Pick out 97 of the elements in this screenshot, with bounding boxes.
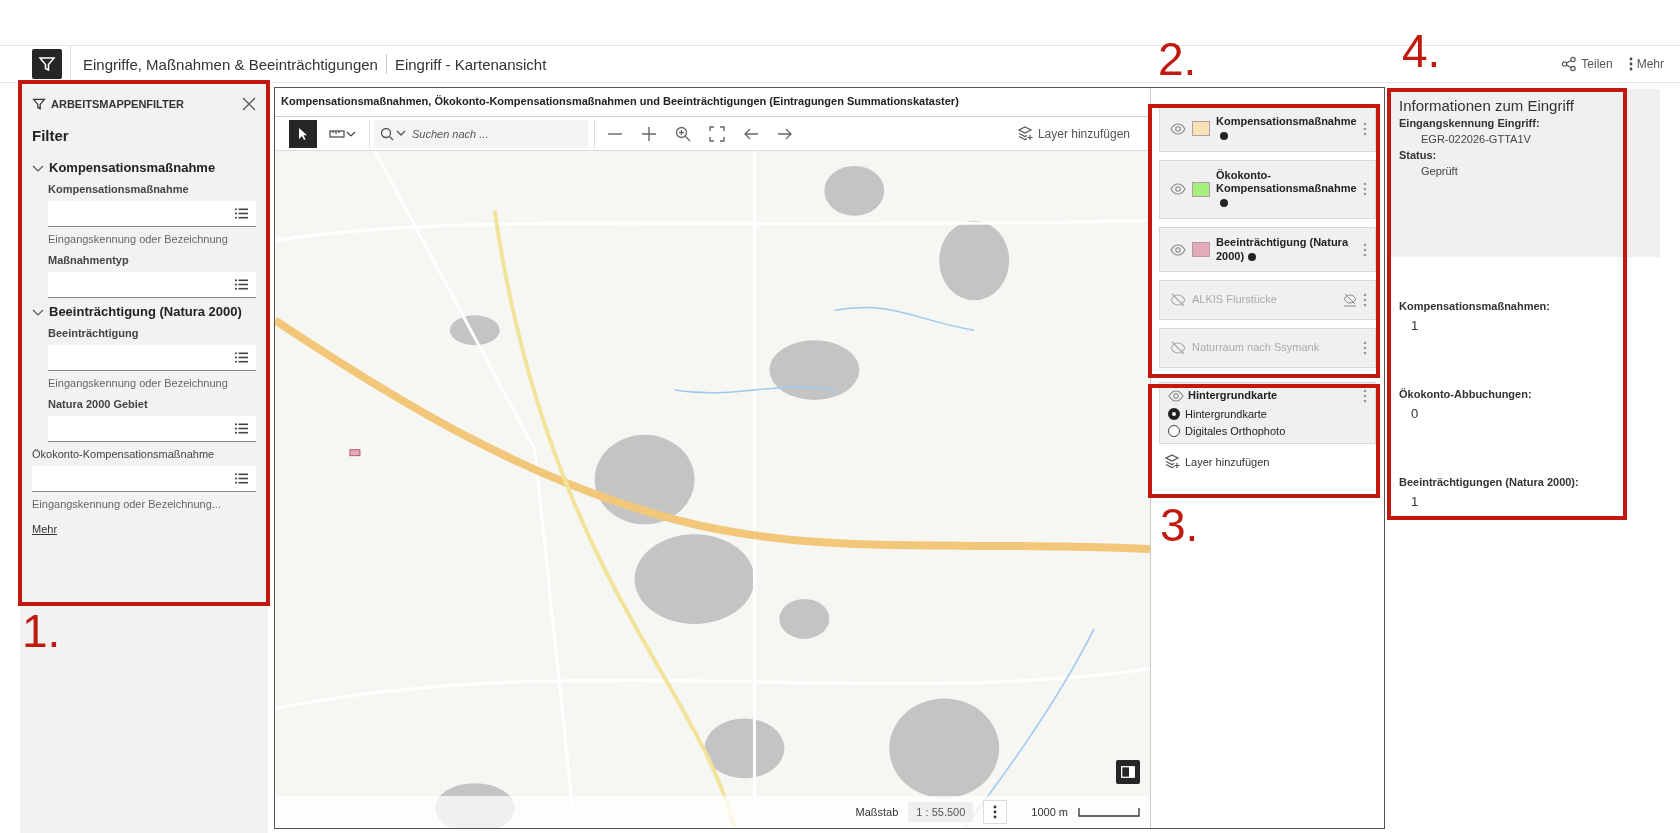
eye-icon[interactable]: [1168, 390, 1184, 403]
kebab-icon[interactable]: [1363, 341, 1367, 356]
filter-icon: [32, 97, 46, 111]
filter-button[interactable]: [32, 49, 62, 79]
layer-card[interactable]: Beeinträchtigung (Natura 2000): [1159, 226, 1376, 273]
more-button[interactable]: Mehr: [1628, 56, 1664, 72]
group-title: Beeinträchtigung (Natura 2000): [49, 304, 242, 319]
radio-button[interactable]: [1168, 425, 1180, 438]
layer-name: ALKIS Flurstücke: [1192, 293, 1278, 308]
eye-slash-icon[interactable]: [1170, 341, 1186, 356]
add-layer-button[interactable]: Layer hinzufügen: [1011, 125, 1136, 142]
zoom-search-icon[interactable]: [675, 125, 691, 142]
kebab-icon[interactable]: [1363, 293, 1367, 308]
annotation-number: 2.: [1158, 36, 1197, 82]
list-icon: [235, 279, 248, 290]
close-icon[interactable]: [242, 97, 256, 111]
status-dot: [1220, 199, 1228, 208]
radio-button[interactable]: [1168, 408, 1180, 421]
eye-slash-icon[interactable]: [1170, 293, 1186, 308]
count-label: Kompensationsmaßnahmen:: [1399, 300, 1551, 312]
more-button[interactable]: [983, 800, 1008, 824]
info-value: Geprüft: [1420, 164, 1459, 179]
info-value: EGR-022026-GTTA1V: [1420, 132, 1532, 147]
scale-label: Maßstab: [855, 806, 899, 818]
panel-toggle-button[interactable]: [1116, 760, 1140, 784]
ruler-icon: [329, 127, 357, 140]
group-title: Kompensationsmaßnahme: [49, 160, 216, 175]
layers-icon: [1017, 126, 1034, 141]
scale-value: 1 : 55.500: [908, 802, 974, 822]
list-icon: [235, 208, 248, 219]
cursor-icon: [297, 126, 309, 141]
filter-icon: [38, 55, 56, 73]
field-hint: Eingangskennung oder Bezeichnung: [48, 377, 229, 389]
annotation-number: 4.: [1402, 28, 1441, 74]
radio-option[interactable]: Hintergrundkarte: [1168, 408, 1367, 421]
layer-name: Kompensationsmaßnahme: [1216, 115, 1357, 143]
scale-distance: 1000 m: [1031, 806, 1068, 818]
count-value: 1: [1410, 317, 1420, 335]
add-layer-button[interactable]: Layer hinzufügen: [1159, 452, 1276, 472]
info-label: Status:: [1399, 149, 1438, 161]
kebab-icon: [993, 805, 998, 819]
field-label: Ökokonto-Kompensationsmaßnahme: [32, 448, 216, 460]
layer-card[interactable]: Ökokonto-Kompensationsmaßnahme: [1159, 159, 1376, 219]
panel-icon: [1121, 766, 1135, 778]
layer-name: Beeinträchtigung (Natura 2000): [1216, 235, 1350, 264]
eye-icon[interactable]: [1170, 183, 1186, 196]
count-label: Ökokonto-Abbuchungen:: [1399, 388, 1533, 400]
kebab-icon[interactable]: [1363, 242, 1367, 257]
input-field[interactable]: [48, 416, 256, 442]
kebab-icon[interactable]: [1363, 389, 1367, 404]
fullscreen-icon[interactable]: [709, 125, 725, 142]
annotation-number: 1.: [22, 608, 61, 654]
count-value: 1: [1410, 493, 1420, 511]
kebab-icon[interactable]: [1363, 121, 1367, 136]
more-link[interactable]: Mehr: [32, 523, 58, 535]
info-label: Eingangskennung Eingriff:: [1399, 117, 1541, 129]
status-dot: [1220, 131, 1228, 140]
filter-heading: Filter: [32, 127, 70, 144]
layer-card[interactable]: Kompensationsmaßnahme: [1159, 106, 1376, 152]
layer-name: Ökokonto-Kompensationsmaßnahme: [1216, 168, 1357, 210]
select-tool-button[interactable]: [289, 119, 317, 148]
search-field[interactable]: Suchen nach ...: [374, 119, 588, 148]
status-dot: [1248, 252, 1257, 261]
field-label: Natura 2000 Gebiet: [48, 398, 149, 410]
map-title: Kompensationsmaßnahmen, Ökokonto-Kompensationsmaßnahmen und Beeinträchtigungen (Eintragungen Summationskataster): [275, 88, 1150, 117]
eye-icon[interactable]: [1170, 122, 1186, 135]
share-icon: [1561, 56, 1578, 72]
search-icon: [380, 126, 408, 141]
layers-icon: [1165, 454, 1181, 470]
kebab-icon[interactable]: [1363, 182, 1367, 197]
field-label: Beeinträchtigung: [48, 327, 140, 339]
kebab-icon: [1628, 57, 1633, 71]
panel-title: ARBEITSMAPPENFILTER: [51, 98, 185, 110]
field-label: Kompensationsmaßnahme: [48, 183, 190, 195]
eye-icon[interactable]: [1170, 243, 1186, 256]
input-field[interactable]: [48, 272, 256, 298]
input-field[interactable]: [48, 201, 256, 227]
count-label: Beeinträchtigungen (Natura 2000):: [1399, 476, 1580, 488]
breadcrumb[interactable]: Eingriffe, Maßnahmen & Beeinträchtigungen: [83, 55, 378, 73]
breadcrumb[interactable]: Eingriff - Kartenansicht: [394, 55, 547, 73]
input-field[interactable]: [48, 345, 256, 371]
input-field[interactable]: [32, 466, 256, 492]
zoom-in-icon[interactable]: [641, 125, 657, 142]
list-icon: [235, 352, 248, 363]
field-label: Maßnahmentyp: [48, 254, 130, 266]
scale-bar-icon: [1078, 807, 1140, 817]
field-hint: Eingangskennung oder Bezeichnung...: [32, 498, 222, 510]
annotation-number: 3.: [1160, 502, 1199, 548]
radio-option[interactable]: Digitales Orthophoto: [1168, 425, 1367, 438]
list-icon: [235, 473, 248, 484]
basemap-title: Hintergrundkarte: [1188, 389, 1279, 404]
layer-name: Naturraum nach Ssymank: [1192, 341, 1321, 356]
info-title: Informationen zum Eingriff: [1399, 97, 1575, 114]
list-icon: [235, 423, 248, 434]
field-hint: Eingangskennung oder Bezeichnung: [48, 233, 229, 245]
share-button[interactable]: Teilen: [1561, 56, 1613, 72]
count-value: 0: [1410, 405, 1420, 423]
